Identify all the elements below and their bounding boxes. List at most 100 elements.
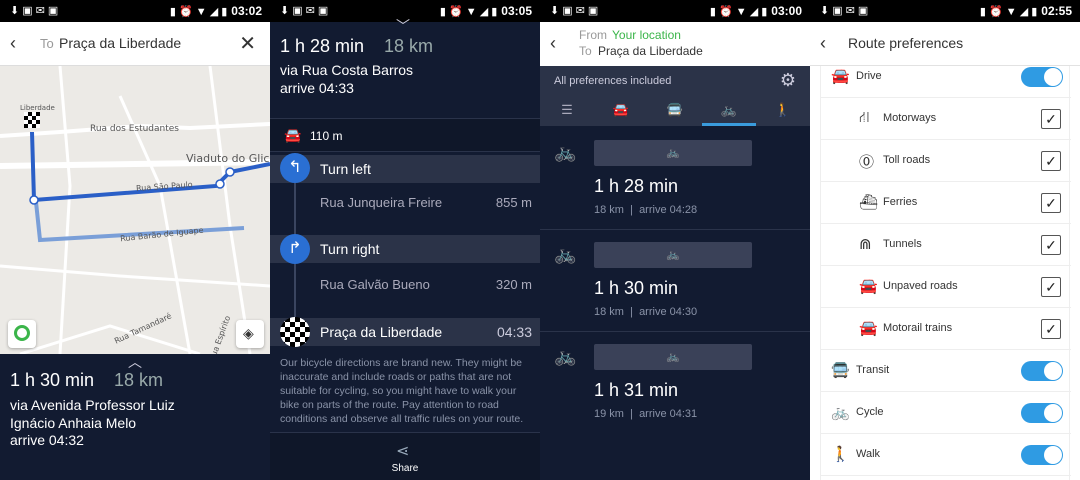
bicycle-icon: 🚲	[554, 346, 577, 366]
directions-header[interactable]: ﹀ 1 h 28 min 18 km via Rua Costa Barros …	[270, 18, 540, 118]
clock: 02:55	[1041, 4, 1072, 18]
notification-icons: ⬇▣✉▣	[820, 5, 872, 17]
pref-ferries: ⛴ Ferries ✓	[821, 182, 1071, 224]
ferries-checkbox[interactable]: ✓	[1041, 193, 1061, 213]
share-icon: ⋖	[396, 443, 410, 460]
back-arrow-icon[interactable]: ‹	[550, 33, 556, 54]
pref-tunnels: ⋒ Tunnels ✓	[821, 224, 1071, 266]
step-distance: 855 m	[495, 195, 532, 210]
walk-icon[interactable]: 🚶	[768, 102, 798, 118]
pref-drive: 🚘 Drive	[821, 56, 1071, 98]
route-option[interactable]: 🚲 🚲 1 h 30 min 18 km | arrive 04:30	[540, 230, 810, 332]
route-details: 19 km | arrive 04:31	[594, 408, 698, 420]
map-layers-button[interactable]: ◈	[236, 320, 264, 348]
car-icon: 🚘	[831, 68, 850, 85]
route-segment-bar: 🚲	[594, 344, 752, 370]
route-option[interactable]: 🚲 🚲 1 h 31 min 19 km | arrive 04:31	[540, 332, 810, 434]
car-segment-row: 🚘 110 m	[270, 118, 540, 152]
unpaved-road-icon: 🚘	[859, 278, 878, 295]
transit-icon: 🚍	[831, 362, 850, 379]
map-view[interactable]: Liberdade Rua dos Estudantes Viaduto do …	[0, 66, 270, 354]
list-icon[interactable]: ☰	[552, 102, 582, 118]
car-icon: 🚘	[284, 127, 302, 143]
motorway-icon: ⛙	[859, 109, 870, 126]
pref-walk: 🚶 Walk	[821, 434, 1071, 476]
gear-icon[interactable]: ⚙	[780, 70, 796, 91]
to-label: To	[40, 36, 54, 51]
recenter-button[interactable]	[8, 320, 36, 348]
pref-motorail-trains: 🚘 Motorail trains ✓	[821, 308, 1071, 350]
bicycle-icon: 🚲	[666, 249, 680, 261]
ferry-icon: ⛴	[859, 194, 879, 211]
tunnels-checkbox[interactable]: ✓	[1041, 235, 1061, 255]
pref-label: Walk	[856, 448, 881, 460]
pref-label: Drive	[856, 70, 882, 82]
turn-right-icon: ↱	[280, 234, 310, 264]
step-turn-left[interactable]: Turn left	[270, 155, 540, 183]
bicycle-disclaimer: Our bicycle directions are brand new. Th…	[280, 357, 524, 425]
status-bar: ⬇▣✉▣ ▮ ⏰ ▼ ◢ ▮ 02:55	[810, 0, 1080, 22]
step-destination[interactable]: Praça da Liberdade 04:33	[270, 318, 540, 346]
route-distance: 18 km	[384, 36, 434, 56]
layers-icon: ◈	[243, 325, 254, 341]
page-title: Route preferences	[848, 35, 964, 51]
route-duration: 1 h 28 min	[594, 176, 679, 196]
pref-label: Transit	[856, 364, 890, 376]
destination-label: Praça da Liberdade	[320, 324, 443, 340]
cycle-toggle[interactable]	[1021, 403, 1063, 423]
route-duration: 1 h 30 min	[10, 370, 95, 390]
active-tab-indicator	[702, 123, 756, 126]
pref-label: Unpaved roads	[883, 280, 958, 292]
map-label-liberdade: Liberdade	[20, 104, 55, 112]
car-icon[interactable]: 🚘	[606, 102, 636, 118]
transport-mode-tabs: ☰ 🚘 🚍 🚲 🚶	[540, 98, 810, 126]
close-icon[interactable]: ✕	[239, 31, 256, 56]
route-preferences-screen: ⬇▣✉▣ ▮ ⏰ ▼ ◢ ▮ 02:55 ‹ Route preferences …	[810, 0, 1080, 480]
preferences-summary: All preferences included	[554, 75, 672, 87]
back-arrow-icon[interactable]: ‹	[10, 33, 16, 54]
route-details: 18 km | arrive 04:30	[594, 306, 698, 318]
step-instruction: Turn right	[320, 241, 380, 257]
route-details: 18 km | arrive 04:28	[594, 204, 698, 216]
drive-toggle[interactable]	[1021, 67, 1063, 87]
walk-toggle[interactable]	[1021, 445, 1063, 465]
clock: 03:00	[771, 4, 802, 18]
pref-label: Cycle	[856, 406, 884, 418]
step-turn-right[interactable]: Turn right	[270, 235, 540, 263]
route-arrival: arrive 04:32	[10, 432, 84, 448]
to-input[interactable]: Praça da Liberdade	[598, 44, 703, 58]
bicycle-icon[interactable]: 🚲	[714, 102, 744, 118]
destination-time: 04:33	[496, 324, 532, 340]
route-distance: 18 km	[114, 370, 164, 390]
transit-toggle[interactable]	[1021, 361, 1063, 381]
system-icons: ▮ ⏰ ▼ ◢ ▮ 03:05	[439, 4, 532, 18]
route-summary-sheet[interactable]: ︿ 1 h 30 min 18 km via Avenida Professor…	[0, 354, 270, 480]
step-street: Rua Junqueira Freire	[320, 195, 443, 210]
location-icon	[14, 325, 30, 341]
motorways-checkbox[interactable]: ✓	[1041, 109, 1061, 129]
share-label: Share	[391, 463, 419, 474]
clock: 03:05	[501, 4, 532, 18]
system-icons: ▮ ⏰ ▼ ◢ ▮ 03:00	[709, 4, 802, 18]
system-icons: ▮ ⏰ ▼ ◢ ▮ 03:02	[169, 4, 262, 18]
step-distance: 320 m	[495, 277, 532, 292]
turn-left-icon: ↰	[280, 153, 310, 183]
route-segment-bar: 🚲	[594, 140, 752, 166]
motorail-trains-checkbox[interactable]: ✓	[1041, 319, 1061, 339]
share-button[interactable]: ⋖ Share	[270, 432, 540, 480]
route-options-screen: ⬇▣✉▣ ▮ ⏰ ▼ ◢ ▮ 03:00 ‹ From Your location…	[540, 0, 810, 480]
preferences-bar: All preferences included ⚙	[540, 66, 810, 98]
collapse-caret-icon[interactable]: ﹀	[396, 16, 410, 36]
transit-icon[interactable]: 🚍	[660, 102, 690, 118]
map-label-viaduto: Viaduto do Glicé	[186, 152, 270, 165]
back-arrow-icon[interactable]: ‹	[820, 33, 826, 54]
expand-caret-icon[interactable]: ︿	[128, 352, 142, 372]
toll-roads-checkbox[interactable]: ✓	[1041, 151, 1061, 171]
notification-icons: ⬇▣✉▣	[280, 5, 332, 17]
from-input[interactable]: Your location	[612, 28, 681, 42]
unpaved-roads-checkbox[interactable]: ✓	[1041, 277, 1061, 297]
pref-cycle: 🚲 Cycle	[821, 392, 1071, 434]
destination-input[interactable]: Praça da Liberdade	[59, 35, 181, 51]
route-option[interactable]: 🚲 🚲 1 h 28 min 18 km | arrive 04:28	[540, 128, 810, 230]
route-arrival: arrive 04:33	[280, 80, 354, 96]
